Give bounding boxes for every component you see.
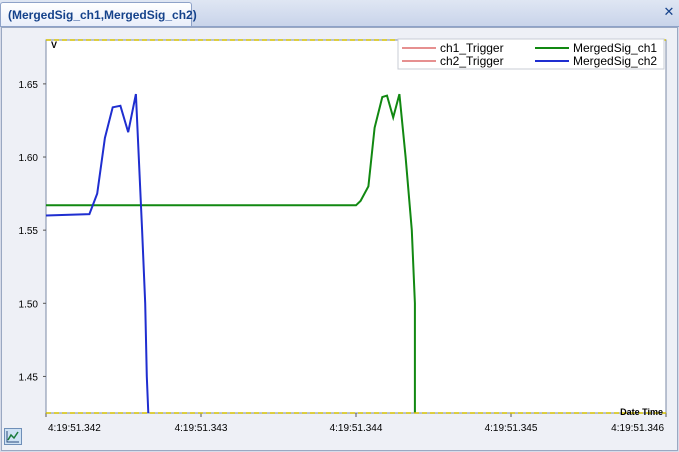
x-axis-label: Date Time [620,407,663,417]
y-tick-label: 1.50 [19,299,39,310]
x-axis: 4:19:51.342 4:19:51.343 4:19:51.344 4:19:51… [45,413,667,434]
x-tick-label: 4:19:51.344 [330,423,383,434]
tab-bar: (MergedSig_ch1,MergedSig_ch2) ✕ [0,0,679,27]
y-axis: 1.45 1.50 1.55 1.60 1.65 [19,80,46,383]
x-tick-label: 4:19:51.342 [48,423,101,434]
x-tick-label: 4:19:51.343 [175,423,228,434]
line-chart: 1.451.501.551.601.65 4:19:51.342 4:19:51.… [19,38,667,434]
legend-label-merged-ch2: MergedSig_ch2 [573,54,657,68]
x-tick-label: 4:19:51.345 [485,423,538,434]
y-tick-label: 1.45 [19,372,39,383]
tab-title: (MergedSig_ch1,MergedSig_ch2) [8,8,197,22]
line-chart-icon[interactable] [4,428,22,445]
legend[interactable]: ch1_Trigger ch2_Trigger MergedSig_ch1 Me… [397,38,665,70]
legend-label-ch2-trigger: ch2_Trigger [440,54,504,68]
legend-label-ch1-trigger: ch1_Trigger [440,41,504,55]
close-icon[interactable]: ✕ [662,5,676,19]
y-tick-label: 1.60 [19,153,39,164]
x-tick-label: 4:19:51.346 [611,423,664,434]
tab-merged-signals[interactable]: (MergedSig_ch1,MergedSig_ch2) [0,2,197,26]
y-axis-label: V [51,40,57,50]
plot-area [45,39,667,414]
y-tick-label: 1.65 [19,80,39,91]
legend-label-merged-ch1: MergedSig_ch1 [573,41,657,55]
y-tick-label: 1.55 [19,226,39,237]
